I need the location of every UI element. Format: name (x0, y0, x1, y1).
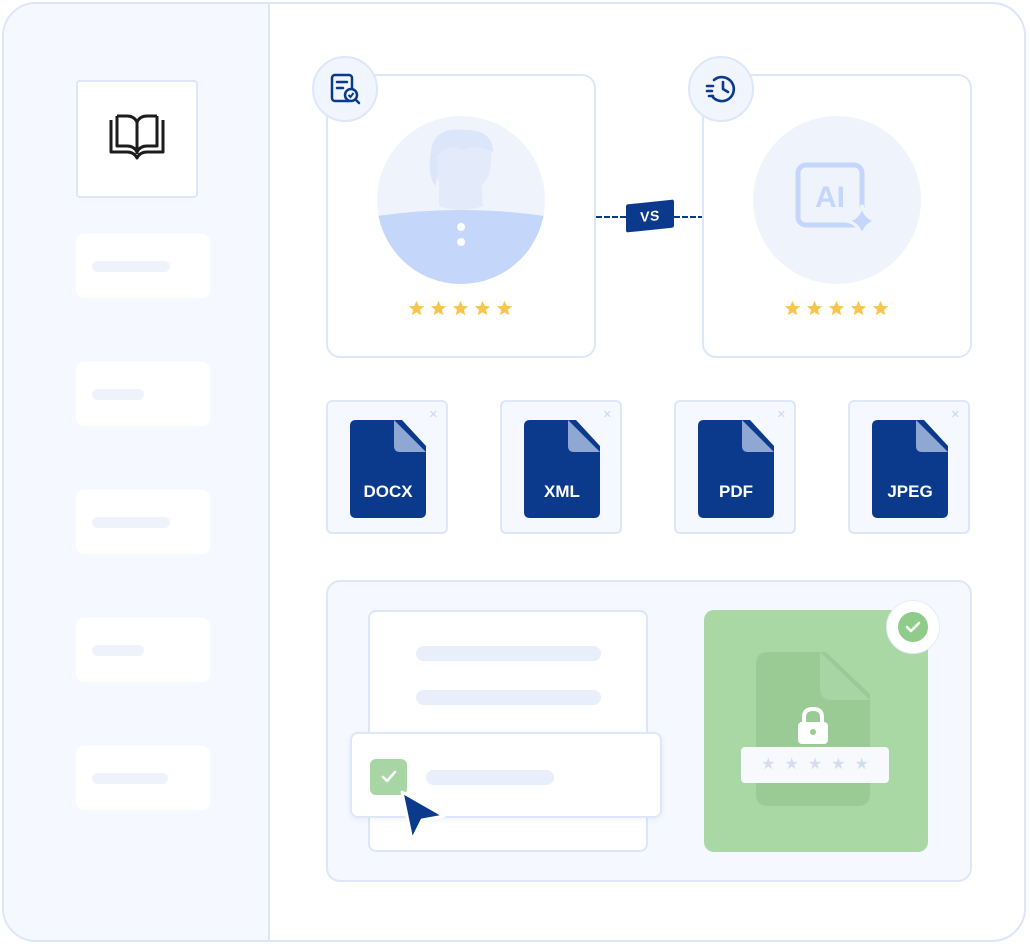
history-clock-icon (705, 75, 736, 103)
format-label: JPEG (887, 482, 933, 501)
star-icon (452, 300, 469, 316)
star-icon (828, 300, 845, 316)
password-field[interactable]: ★ ★ ★ ★ ★ (741, 747, 889, 783)
logo-button[interactable] (76, 80, 198, 198)
sidebar-item[interactable] (76, 234, 210, 298)
sidebar-item-placeholder (92, 261, 170, 272)
remove-icon[interactable]: ✕ (951, 410, 960, 421)
star-icon: ★ (831, 756, 846, 773)
ai-text: AI (815, 181, 845, 214)
star-icon (474, 300, 491, 316)
file-icon (524, 420, 600, 518)
file-icon (698, 420, 774, 518)
row-text-placeholder (426, 770, 554, 785)
check-circle-icon (898, 612, 928, 642)
text-line-placeholder (416, 690, 601, 705)
star-icon: ★ (807, 756, 823, 773)
ai-avatar: AI (753, 116, 921, 284)
human-rating-stars (408, 300, 513, 317)
star-icon (784, 300, 801, 316)
format-card-jpeg[interactable]: ✕ JPEG (848, 400, 970, 534)
document-check-icon (330, 73, 361, 105)
star-icon: ★ (784, 756, 799, 773)
remove-icon[interactable]: ✕ (603, 410, 612, 421)
check-icon (381, 770, 396, 783)
star-icon: ★ (761, 756, 776, 773)
cursor-arrow-icon (400, 790, 446, 842)
vs-connector-left (596, 216, 626, 218)
sidebar-item-placeholder (92, 389, 144, 400)
star-icon (408, 300, 425, 316)
open-book-icon (109, 114, 165, 160)
format-card-docx[interactable]: ✕ DOCX (326, 400, 448, 534)
sidebar-item[interactable] (76, 746, 210, 810)
lock-icon (798, 706, 828, 744)
text-line-placeholder (416, 646, 601, 661)
vs-connector-right (674, 216, 704, 218)
remove-icon[interactable]: ✕ (429, 410, 438, 421)
sidebar-item[interactable] (76, 490, 210, 554)
sidebar-item-placeholder (92, 645, 144, 656)
star-icon (806, 300, 823, 316)
star-icon (850, 300, 867, 316)
file-icon (350, 420, 426, 518)
format-label: XML (544, 482, 580, 501)
ai-sparkle-icon: AI (795, 162, 879, 238)
format-card-pdf[interactable]: ✕ PDF (674, 400, 796, 534)
sidebar-item[interactable] (76, 618, 210, 682)
check-icon (905, 621, 921, 633)
format-label: PDF (719, 482, 753, 501)
remove-icon[interactable]: ✕ (777, 410, 786, 421)
document-check-badge[interactable] (312, 56, 378, 122)
human-avatar (377, 116, 545, 284)
verified-badge (886, 600, 940, 654)
person-illustration (377, 129, 545, 284)
format-label: DOCX (363, 482, 413, 501)
sidebar-item[interactable] (76, 362, 210, 426)
star-icon (872, 300, 889, 316)
star-icon (430, 300, 447, 316)
format-card-xml[interactable]: ✕ XML (500, 400, 622, 534)
file-icon (872, 420, 948, 518)
sidebar-item-placeholder (92, 517, 170, 528)
star-icon (496, 300, 513, 316)
sidebar-item-placeholder (92, 773, 168, 784)
history-badge[interactable] (688, 56, 754, 122)
star-icon: ★ (854, 756, 869, 773)
ai-rating-stars (784, 300, 889, 317)
vs-label: VS (626, 199, 674, 233)
sidebar (4, 4, 270, 940)
